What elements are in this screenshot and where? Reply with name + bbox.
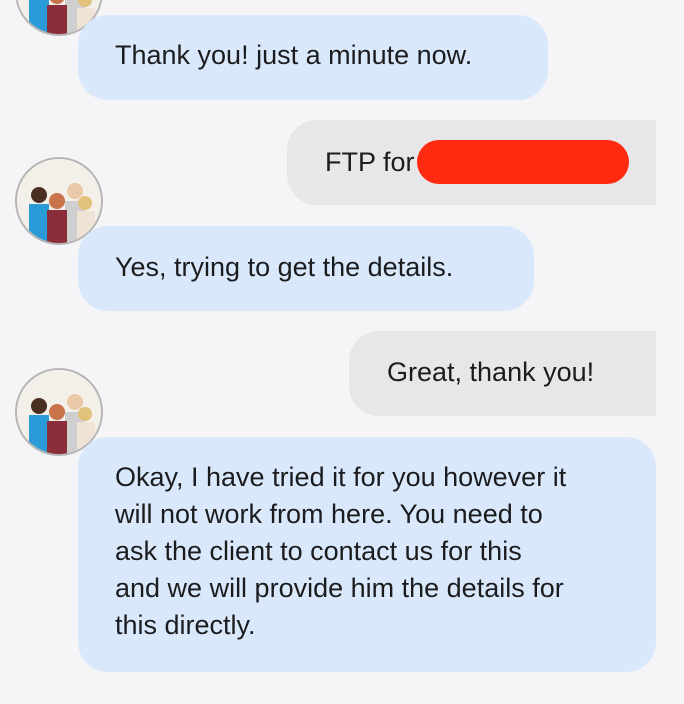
message-line: ask the client to contact us for this [115, 536, 522, 566]
message-line: and we will provide him the details for [115, 573, 564, 603]
agent-message-3: Okay, I have tried it for you however it… [78, 437, 656, 672]
redaction-mark [416, 140, 629, 184]
message-line: will not work from here. You need to [115, 499, 543, 529]
agent-message-2: Yes, trying to get the details. [78, 226, 534, 311]
user-message-2: Great, thank you! [349, 331, 656, 416]
message-text: FTP for [325, 147, 415, 178]
message-line: this directly. [115, 610, 256, 640]
agent-message-1: Thank you! just a minute now. [78, 15, 548, 100]
message-text: Great, thank you! [387, 357, 595, 387]
message-text: Yes, trying to get the details. [115, 252, 454, 282]
user-message-1: FTP for [287, 120, 656, 205]
message-text: Thank you! just a minute now. [115, 40, 473, 70]
message-line: Okay, I have tried it for you however it [115, 462, 567, 492]
